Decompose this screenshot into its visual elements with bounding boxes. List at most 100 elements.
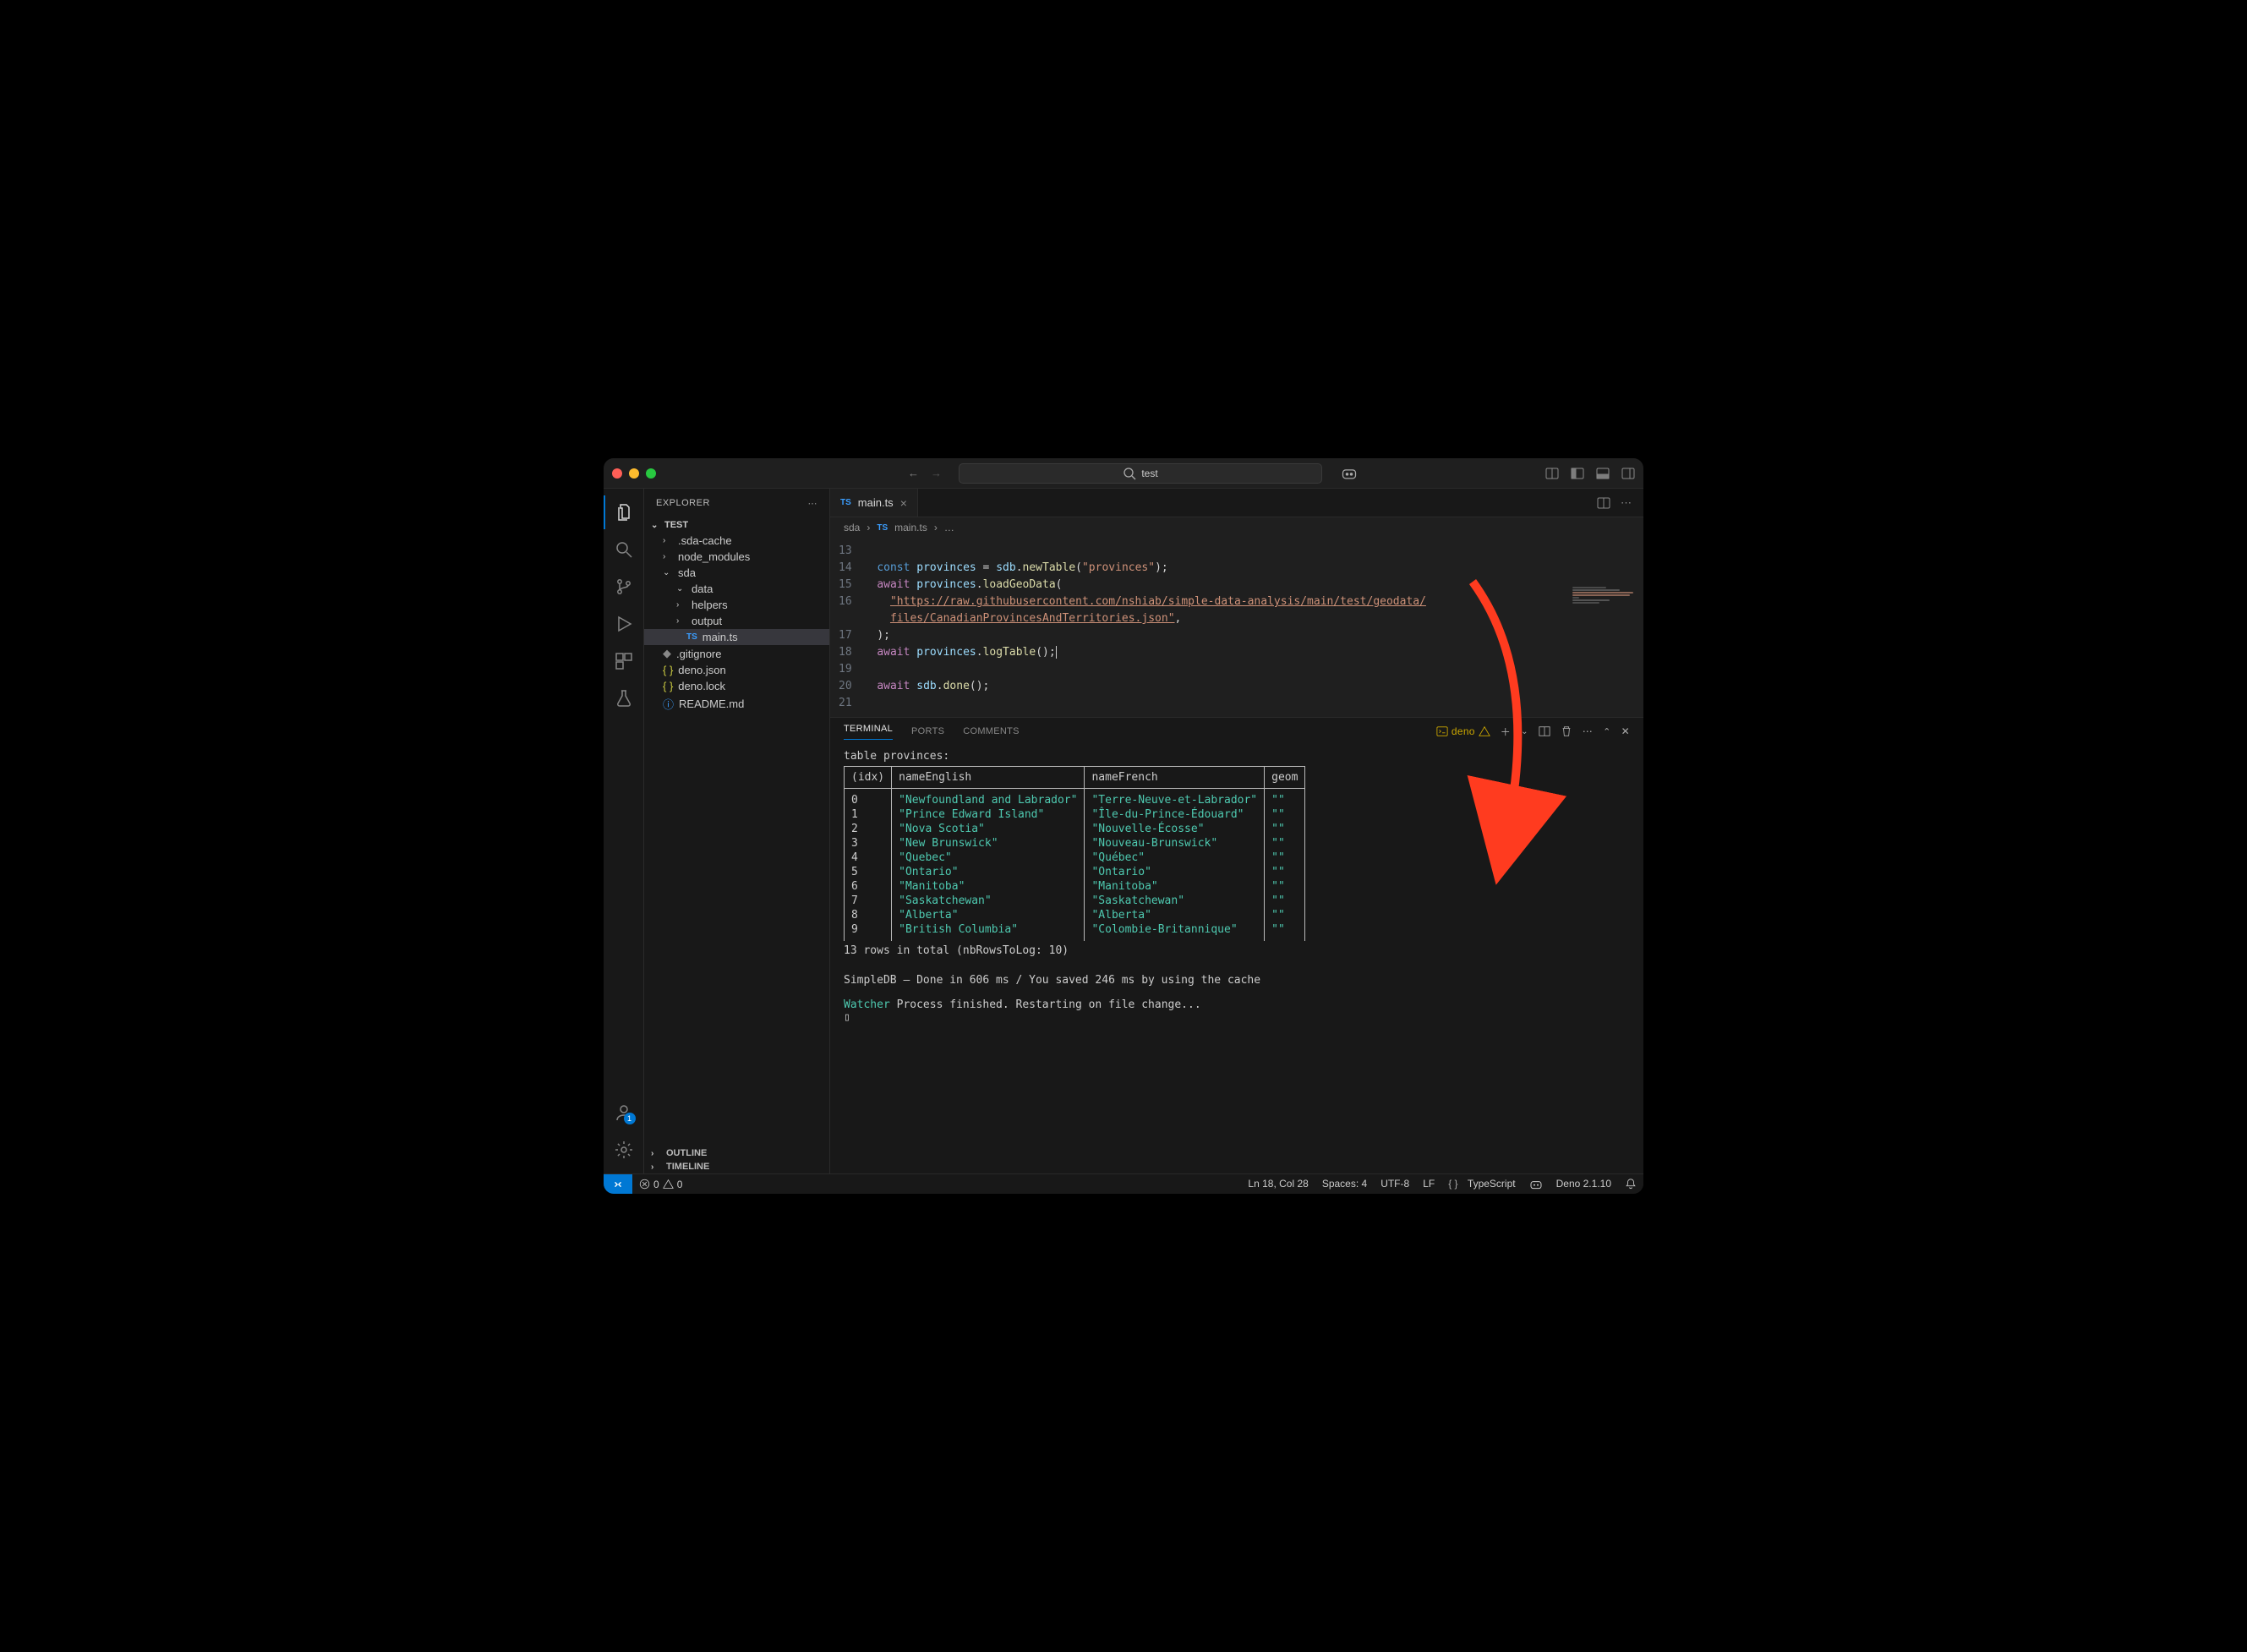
layout-sidebar-right-icon[interactable] [1621,467,1635,480]
table-row: 9"British Columbia""Colombie-Britannique… [845,922,1305,941]
minimize-window-button[interactable] [629,468,639,479]
editor-group: TS main.ts × ⋯ sda› TS main.ts›… 1314151… [830,489,1643,1173]
panel-close-icon[interactable]: ✕ [1621,725,1630,737]
window-controls [612,468,656,479]
panel-tab-ports[interactable]: PORTS [911,726,944,736]
panel-maximize-icon[interactable]: ⌃ [1603,726,1611,737]
editor-tabs: TS main.ts × ⋯ [830,489,1643,517]
ts-icon: TS [877,523,888,533]
minimap[interactable] [1572,587,1640,654]
tree-root-label: TEST [664,520,688,530]
copilot-icon[interactable] [1341,465,1358,482]
account-badge: 1 [624,1113,636,1124]
tab-label: main.ts [858,496,894,509]
sidebar-explorer: EXPLORER ⋯ ⌄TEST ›.sda-cache ›node_modul… [644,489,830,1173]
command-center[interactable]: test [959,463,1322,484]
tree-folder-node-modules[interactable]: ›node_modules [644,549,829,565]
sidebar-timeline[interactable]: ›TIMELINE [644,1160,829,1173]
layout-editor-icon[interactable] [1545,467,1559,480]
panel-tab-comments[interactable]: COMMENTS [963,726,1020,736]
files-icon [614,502,634,522]
status-cursor[interactable]: Ln 18, Col 28 [1241,1178,1315,1190]
tree-file-readme[interactable]: ⓘREADME.md [644,694,829,714]
code-editor[interactable]: 13141516 1718192021 const provinces = sd… [830,538,1643,717]
status-deno[interactable]: Deno 2.1.10 [1550,1178,1618,1190]
tree-file-deno-json[interactable]: { }deno.json [644,662,829,678]
warning-icon [663,1179,674,1190]
panel: TERMINAL PORTS COMMENTS deno ＋ ⌄ ⋯ [830,717,1643,1173]
tree-folder-sda-cache[interactable]: ›.sda-cache [644,533,829,549]
nav-forward-icon[interactable]: → [931,467,942,479]
activity-run-debug[interactable] [604,607,644,641]
gear-icon [614,1140,634,1160]
tree-file-deno-lock[interactable]: { }deno.lock [644,678,829,694]
activity-bar: 1 [604,489,644,1173]
terminal-icon [1436,725,1448,737]
col-name-french: nameFrench [1085,767,1265,789]
tree-root[interactable]: ⌄TEST [644,517,829,533]
sidebar-more-icon[interactable]: ⋯ [808,498,818,509]
tree-file-main-ts[interactable]: TSmain.ts [644,629,829,645]
activity-explorer[interactable] [604,495,644,529]
col-idx: (idx) [845,767,892,789]
json-icon: { } [663,680,673,692]
activity-search[interactable] [604,533,644,566]
sidebar-outline[interactable]: ›OUTLINE [644,1146,829,1160]
table-row: 3"New Brunswick""Nouveau-Brunswick""" [845,836,1305,851]
status-copilot[interactable] [1523,1178,1550,1191]
status-eol[interactable]: LF [1416,1178,1441,1190]
terminal-output[interactable]: table provinces: (idx) nameEnglish nameF… [830,745,1643,1173]
code-content: const provinces = sdb.newTable("province… [864,538,1426,717]
tab-close-icon[interactable]: × [900,496,907,510]
panel-tab-terminal[interactable]: TERMINAL [844,724,893,740]
vscode-window: ← → test [604,458,1643,1194]
tree-folder-helpers[interactable]: ›helpers [644,597,829,613]
status-notifications[interactable] [1618,1178,1643,1190]
terminal-dropdown-icon[interactable]: ⌄ [1521,727,1528,736]
flask-icon [614,688,634,708]
tree-folder-sda[interactable]: ⌄sda [644,565,829,581]
tab-main-ts[interactable]: TS main.ts × [830,489,918,517]
nav-back-icon[interactable]: ← [908,467,919,479]
status-problems[interactable]: 0 0 [632,1174,689,1194]
activity-extensions[interactable] [604,644,644,678]
terminal-shell-indicator[interactable]: deno [1436,725,1490,737]
status-encoding[interactable]: UTF-8 [1374,1178,1416,1190]
panel-tabs: TERMINAL PORTS COMMENTS deno ＋ ⌄ ⋯ [830,718,1643,745]
error-icon [639,1179,650,1190]
split-editor-icon[interactable] [1597,496,1610,510]
term-rowcount: 13 rows in total (nbRowsToLog: 10) [844,944,1630,957]
git-icon: ◆ [663,647,671,660]
trash-icon[interactable] [1561,725,1572,737]
table-row: 2"Nova Scotia""Nouvelle-Écosse""" [845,822,1305,836]
status-spaces[interactable]: Spaces: 4 [1315,1178,1374,1190]
activity-settings[interactable] [604,1133,644,1167]
tree-folder-data[interactable]: ⌄data [644,581,829,597]
term-done: SimpleDB – Done in 606 ms / You saved 24… [844,974,1630,987]
git-branch-icon [614,577,634,597]
table-row: 1"Prince Edward Island""Île-du-Prince-Éd… [845,807,1305,822]
remote-button[interactable] [604,1174,632,1194]
gutter: 13141516 1718192021 [830,538,864,717]
tree-folder-output[interactable]: ›output [644,613,829,629]
col-geom: geom [1265,767,1305,789]
table-row: 5"Ontario""Ontario""" [845,865,1305,879]
split-terminal-icon[interactable] [1539,725,1550,737]
remote-icon [612,1179,624,1190]
breadcrumb[interactable]: sda› TS main.ts›… [830,517,1643,538]
activity-source-control[interactable] [604,570,644,604]
activity-accounts[interactable]: 1 [604,1096,644,1130]
panel-more-icon[interactable]: ⋯ [1583,725,1593,737]
layout-sidebar-left-icon[interactable] [1571,467,1584,480]
bell-icon [1625,1178,1637,1190]
close-window-button[interactable] [612,468,622,479]
maximize-window-button[interactable] [646,468,656,479]
editor-more-icon[interactable]: ⋯ [1621,496,1632,510]
table-row: 8"Alberta""Alberta""" [845,908,1305,922]
status-language[interactable]: { } TypeScript [1441,1178,1522,1190]
file-tree: ⌄TEST ›.sda-cache ›node_modules ⌄sda ⌄da… [644,517,829,1146]
activity-testing[interactable] [604,681,644,715]
new-terminal-button[interactable]: ＋ [1501,725,1511,739]
tree-file-gitignore[interactable]: ◆.gitignore [644,645,829,662]
layout-panel-icon[interactable] [1596,467,1610,480]
